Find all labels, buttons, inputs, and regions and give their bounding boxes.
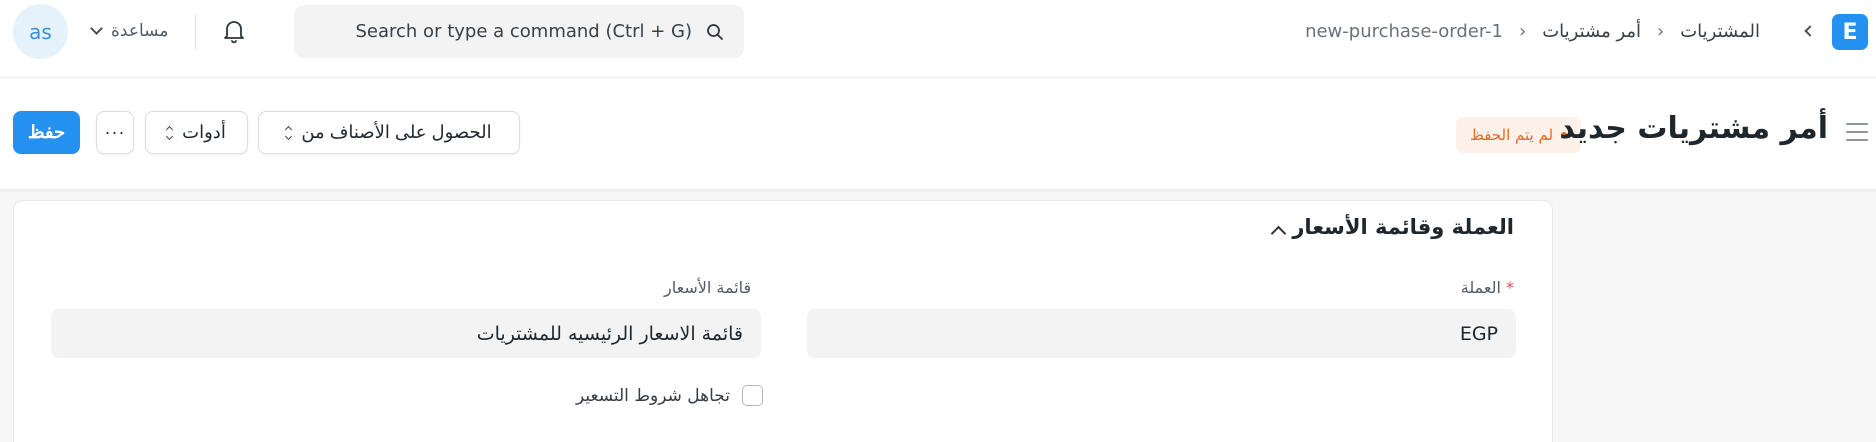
get-items-label: الحصول على الأصناف من	[301, 122, 492, 142]
notifications-bell-icon[interactable]	[219, 16, 249, 46]
breadcrumb-current-doc[interactable]: new-purchase-order-1	[1305, 21, 1503, 42]
help-label: مساعدة	[111, 21, 169, 41]
help-dropdown[interactable]: مساعدة	[90, 16, 169, 46]
page-title: أمر مشتريات جديد	[1559, 111, 1828, 146]
price-list-label: قائمة الأسعار	[664, 278, 752, 297]
search-icon	[707, 23, 723, 40]
save-button[interactable]: حفظ	[13, 111, 80, 154]
tools-label: أدوات	[182, 122, 226, 142]
form-section-card: العملة وقائمة الأسعار العملة * EGP قائمة…	[13, 200, 1553, 442]
get-items-from-button[interactable]: الحصول على الأصناف من	[258, 111, 520, 154]
app-logo[interactable]: E	[1832, 14, 1868, 50]
sidebar-toggle-menu-icon[interactable]	[1846, 123, 1868, 141]
navbar: as مساعدة Search or type a command (Ctrl…	[0, 0, 1876, 78]
currency-label-text: العملة	[1460, 278, 1501, 297]
search-bar[interactable]: Search or type a command (Ctrl + G)	[294, 5, 744, 58]
navbar-divider	[195, 14, 196, 50]
page-head: حفظ ··· أدوات الحصول على الأصناف من لم ي…	[0, 79, 1876, 189]
tools-dropdown-button[interactable]: أدوات	[145, 111, 248, 154]
user-avatar[interactable]: as	[13, 4, 68, 59]
breadcrumb: new-purchase-order-1 › أمر مشتريات › الم…	[1305, 16, 1760, 46]
ignore-pricing-rule-checkbox[interactable]	[742, 385, 763, 406]
breadcrumb-separator-icon: ›	[1657, 20, 1665, 42]
sort-updown-icon	[166, 125, 174, 140]
price-list-value: قائمة الاسعار الرئيسيه للمشتريات	[476, 322, 743, 345]
currency-label: العملة *	[1461, 278, 1514, 297]
ignore-pricing-rule-row[interactable]: تجاهل شروط التسعير	[576, 385, 763, 406]
search-placeholder: Search or type a command (Ctrl + G)	[355, 21, 693, 42]
section-title: العملة وقائمة الأسعار	[1292, 215, 1514, 239]
price-list-field[interactable]: قائمة الاسعار الرئيسيه للمشتريات	[51, 309, 761, 358]
avatar-initials: as	[29, 19, 52, 44]
more-actions-button[interactable]: ···	[96, 111, 134, 154]
breadcrumb-purchase-order[interactable]: أمر مشتريات	[1542, 21, 1641, 42]
logo-letter: E	[1842, 19, 1858, 45]
currency-field[interactable]: EGP	[807, 309, 1516, 358]
required-mark: *	[1506, 278, 1514, 297]
ignore-pricing-rule-label: تجاهل شروط التسعير	[576, 385, 730, 406]
chevron-right-icon	[1804, 25, 1816, 37]
status-label: لم يتم الحفظ	[1470, 126, 1554, 144]
collapse-chevron-up-icon[interactable]	[1270, 225, 1287, 242]
sort-updown-icon	[285, 125, 293, 140]
breadcrumb-separator-icon: ›	[1519, 20, 1527, 42]
currency-value: EGP	[1459, 322, 1498, 345]
breadcrumb-buying[interactable]: المشتريات	[1680, 21, 1760, 42]
chevron-down-icon	[90, 22, 103, 35]
